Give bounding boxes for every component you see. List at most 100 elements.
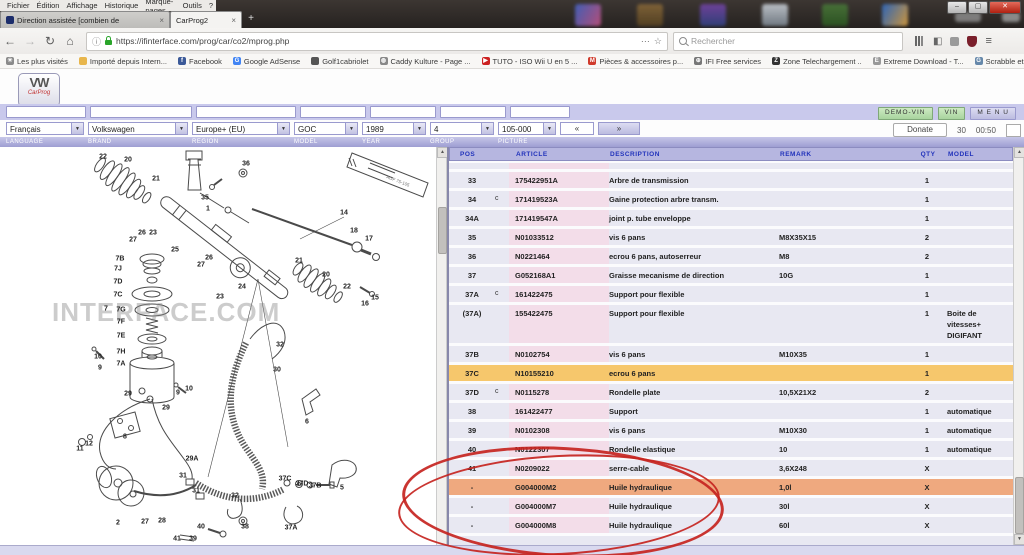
donate-button[interactable]: Donate bbox=[893, 123, 947, 137]
cell-article[interactable]: N0102754 bbox=[509, 346, 609, 362]
chevron-down-icon[interactable]: ▼ bbox=[175, 123, 187, 134]
filter-text-input[interactable] bbox=[440, 106, 506, 118]
filter-text-input[interactable] bbox=[300, 106, 366, 118]
chevron-down-icon[interactable]: ▼ bbox=[277, 123, 289, 134]
table-row[interactable]: 41 N0209022 serre-cable 3,6X248 X bbox=[449, 460, 1013, 476]
chevron-down-icon[interactable]: ▼ bbox=[71, 123, 83, 134]
cell-article[interactable]: G004000M8 bbox=[509, 517, 609, 533]
back-icon[interactable]: ← bbox=[0, 34, 20, 48]
bookmark-item[interactable]: M Pièces & accessoires p... bbox=[588, 57, 683, 66]
previous-picture-button[interactable]: « bbox=[560, 122, 594, 135]
url-bar[interactable]: ⓘ https://ifinterface.com/prog/car/co2/m… bbox=[86, 32, 668, 51]
cell-article[interactable]: 171419547A bbox=[509, 210, 609, 226]
demo-vin-button[interactable]: DEMO-VIN bbox=[878, 107, 933, 120]
table-row[interactable]: 34 c 171419523A Gaine protection arbre t… bbox=[449, 191, 1013, 207]
cell-article[interactable]: N01033512 bbox=[509, 229, 609, 245]
filter-text-input[interactable] bbox=[90, 106, 192, 118]
filter-dropdown[interactable]: Europe+ (EU) ▼ bbox=[192, 122, 290, 135]
bookmark-item[interactable]: G Scrabble et Wordox : l... bbox=[975, 57, 1024, 66]
table-row[interactable]: 36 N0221464 ecrou 6 pans, autoserreur M8… bbox=[449, 248, 1013, 264]
cell-article[interactable]: G004000M7 bbox=[509, 498, 609, 514]
bookmark-item[interactable]: G Google AdSense bbox=[233, 57, 300, 66]
table-row[interactable]: (37A) 155422475 Support pour flexible 1 … bbox=[449, 305, 1013, 343]
filter-text-input[interactable] bbox=[6, 106, 86, 118]
chevron-down-icon[interactable]: ▼ bbox=[481, 123, 493, 134]
forward-icon[interactable]: → bbox=[20, 34, 40, 48]
bookmark-item[interactable]: ⊕ IFI Free services bbox=[694, 57, 761, 66]
bookmark-item[interactable]: ◍ Caddy Kulture - Page ... bbox=[380, 57, 471, 66]
chevron-down-icon[interactable]: ▼ bbox=[413, 123, 425, 134]
table-row[interactable]: 39 N0102308 vis 6 pans M10X30 1 automati… bbox=[449, 422, 1013, 438]
table-row[interactable]: 37A c 161422475 Support pour flexible 1 bbox=[449, 286, 1013, 302]
table-row[interactable]: 33 175422951A Arbre de transmission 1 bbox=[449, 172, 1013, 188]
scroll-down-icon[interactable]: ▼ bbox=[1014, 534, 1024, 545]
menu-item[interactable]: Fichier bbox=[4, 1, 33, 10]
cell-article[interactable]: 161422477 bbox=[509, 403, 609, 419]
hamburger-menu-icon[interactable]: ≡ bbox=[985, 35, 991, 47]
table-row[interactable]: 38 161422477 Support 1 automatique bbox=[449, 403, 1013, 419]
filter-text-input[interactable] bbox=[370, 106, 436, 118]
shield-extension-icon[interactable] bbox=[967, 36, 977, 47]
bookmark-item[interactable]: f Facebook bbox=[178, 57, 222, 66]
vin-button[interactable]: VIN bbox=[938, 107, 966, 120]
tab-close-icon[interactable]: × bbox=[231, 16, 236, 25]
filter-text-input[interactable] bbox=[510, 106, 570, 118]
filter-dropdown[interactable]: 105-000 ▼ bbox=[498, 122, 556, 135]
table-row[interactable]: - G004000M7 Huile hydraulique 30l X bbox=[449, 498, 1013, 514]
table-row[interactable]: 37D c N0115278 Rondelle plate 10,5X21X2 … bbox=[449, 384, 1013, 400]
bookmark-item[interactable]: Z Zone Telechargement .. bbox=[772, 57, 862, 66]
table-row[interactable]: 35 N01033512 vis 6 pans M8X35X15 2 bbox=[449, 229, 1013, 245]
cell-article[interactable]: 155422475 bbox=[509, 305, 609, 343]
reload-icon[interactable]: ↻ bbox=[40, 34, 60, 48]
page-actions-icon[interactable]: ⋯ bbox=[641, 36, 650, 47]
parts-diagram-pane[interactable]: AGF 75-105 INTERFACE.COM 22 20 21 36 35 … bbox=[0, 147, 436, 545]
cell-article[interactable]: N0115278 bbox=[509, 384, 609, 400]
table-scrollbar[interactable]: ▲ ▼ bbox=[1013, 147, 1024, 545]
scroll-up-icon[interactable]: ▲ bbox=[1014, 147, 1024, 158]
search-bar[interactable]: Rechercher bbox=[673, 32, 903, 51]
url-text[interactable]: https://ifinterface.com/prog/car/co2/mpr… bbox=[116, 36, 637, 46]
table-row[interactable]: - G004000M2 Huile hydraulique 1,0l X bbox=[449, 479, 1013, 495]
sidebar-icon[interactable]: ◧ bbox=[933, 36, 942, 47]
filter-dropdown[interactable]: Français ▼ bbox=[6, 122, 84, 135]
tab-direction-assistee[interactable]: Direction assistée [combien de × bbox=[0, 11, 170, 28]
bookmark-star-icon[interactable]: ☆ bbox=[654, 36, 662, 47]
bookmark-item[interactable]: E Extreme Download - T... bbox=[873, 57, 964, 66]
table-row[interactable]: 37C N10155210 ecrou 6 pans 1 bbox=[449, 365, 1013, 381]
menu-item[interactable]: ? bbox=[206, 1, 216, 10]
bookmark-item[interactable]: Golf1cabriolet bbox=[311, 57, 368, 66]
filter-dropdown[interactable]: Volkswagen ▼ bbox=[88, 122, 188, 135]
cell-article[interactable]: G052168A1 bbox=[509, 267, 609, 283]
site-info-icon[interactable]: ⓘ bbox=[92, 35, 101, 48]
filter-dropdown[interactable]: 1989 ▼ bbox=[362, 122, 426, 135]
cell-article[interactable]: 171419523A bbox=[509, 191, 609, 207]
table-row[interactable]: 40 N0122307 Rondelle elastique 10 1 auto… bbox=[449, 441, 1013, 457]
menu-item[interactable]: Outils bbox=[180, 1, 205, 10]
cell-article[interactable]: N0102308 bbox=[509, 422, 609, 438]
menu-item[interactable]: Édition bbox=[34, 1, 63, 10]
scrollbar-thumb[interactable] bbox=[438, 207, 447, 254]
bookmark-item[interactable]: Importé depuis Intern... bbox=[79, 57, 167, 66]
vw-carprog-logo[interactable]: VW CarProg bbox=[18, 73, 60, 107]
new-tab-button[interactable]: + bbox=[242, 11, 260, 28]
next-picture-button[interactable]: » bbox=[598, 122, 640, 135]
tab-carprog2[interactable]: CarProg2 × bbox=[170, 11, 242, 28]
scrollbar-thumb[interactable] bbox=[1015, 477, 1024, 534]
bookmark-item[interactable]: ▶ TUTO - ISO Wii U en 5 ... bbox=[482, 57, 578, 66]
chevron-down-icon[interactable]: ▼ bbox=[543, 123, 555, 134]
filter-dropdown[interactable]: GOC ▼ bbox=[294, 122, 358, 135]
cell-article[interactable]: N10155210 bbox=[509, 365, 609, 381]
diagram-scrollbar[interactable]: ▲ bbox=[436, 147, 447, 545]
cell-article[interactable]: N0221464 bbox=[509, 248, 609, 264]
table-row[interactable]: 37B N0102754 vis 6 pans M10X35 1 bbox=[449, 346, 1013, 362]
cell-article[interactable]: N0122307 bbox=[509, 441, 609, 457]
cell-article[interactable]: 175422951A bbox=[509, 172, 609, 188]
table-row[interactable]: 37 G052168A1 Graisse mecanisme de direct… bbox=[449, 267, 1013, 283]
menu-item[interactable]: Affichage bbox=[63, 1, 100, 10]
library-icon[interactable] bbox=[915, 36, 925, 46]
cell-article[interactable]: N0209022 bbox=[509, 460, 609, 476]
session-checkbox[interactable] bbox=[1006, 124, 1021, 137]
cell-article[interactable]: 161422475 bbox=[509, 286, 609, 302]
cell-article[interactable]: G004000M2 bbox=[509, 479, 609, 495]
table-row[interactable]: - G004000M8 Huile hydraulique 60l X bbox=[449, 517, 1013, 533]
